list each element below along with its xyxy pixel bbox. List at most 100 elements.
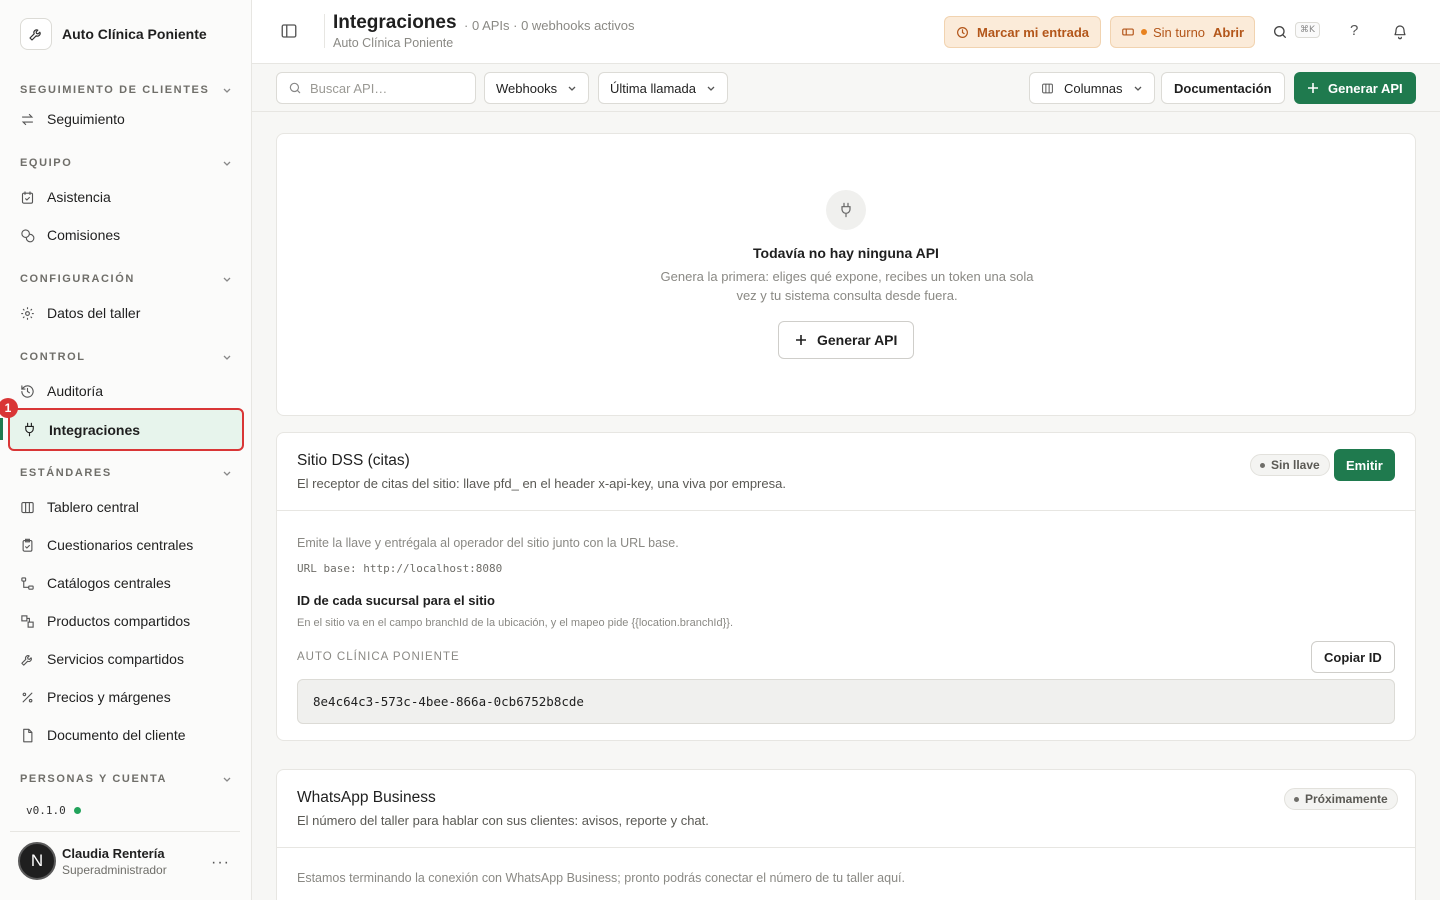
chevron-down-icon — [222, 774, 232, 784]
whatsapp-body: Estamos terminando la conexión con Whats… — [297, 871, 905, 885]
status-badge: Próximamente — [1284, 788, 1398, 810]
last-call-filter[interactable]: Última llamada — [598, 72, 728, 104]
sidebar-item-integraciones[interactable]: Integraciones — [8, 408, 244, 451]
shortcut-hint: ⌘K — [1295, 22, 1320, 38]
emit-button[interactable]: Emitir — [1334, 449, 1395, 481]
search-input[interactable] — [276, 72, 476, 104]
dss-intro: Emite la llave y entrégala al operador d… — [297, 536, 679, 550]
clock-in-label: Marcar mi entrada — [977, 24, 1089, 40]
card-description: El número del taller para hablar con sus… — [297, 813, 709, 828]
card-description: El receptor de citas del sitio: llave pf… — [297, 476, 786, 491]
plus-icon — [1308, 83, 1318, 93]
sidebar-item-label: Servicios compartidos — [47, 651, 184, 667]
more-options-icon[interactable]: ··· — [211, 854, 230, 872]
shift-open-label: Abrir — [1213, 24, 1245, 40]
page-meta: · 0 APIs · 0 webhooks activos — [464, 18, 635, 33]
generate-api-button[interactable]: Generar API — [778, 321, 915, 359]
section-seguimiento[interactable]: SEGUIMIENTO DE CLIENTES — [20, 84, 232, 96]
section-estandares[interactable]: ESTÁNDARES — [20, 467, 232, 479]
branch-id-note: En el sitio va en el campo branchId de l… — [297, 617, 734, 629]
sidebar-item-label: Asistencia — [47, 189, 111, 205]
search-field[interactable] — [310, 80, 460, 96]
section-label: PERSONAS Y CUENTA — [20, 773, 168, 785]
document-icon — [23, 728, 33, 742]
calendar-check-icon — [21, 190, 34, 204]
empty-title: Todavía no hay ninguna API — [753, 245, 939, 261]
wrench-icon — [21, 654, 32, 666]
section-label: EQUIPO — [20, 157, 73, 169]
status-dot — [1294, 796, 1299, 802]
sidebar-item-label: Datos del taller — [47, 305, 141, 321]
percent-icon — [22, 692, 33, 702]
branch-id-field[interactable]: 8e4c64c3-573c-4bee-866a-0cb6752b8cde — [297, 679, 1395, 724]
active-indicator — [0, 418, 3, 440]
sidebar-toggle-icon[interactable] — [280, 22, 298, 43]
sidebar-item-datos-taller[interactable]: Datos del taller — [8, 294, 244, 332]
section-configuracion[interactable]: CONFIGURACIÓN — [20, 273, 232, 285]
copy-id-button[interactable]: Copiar ID — [1311, 641, 1395, 673]
sidebar-item-servicios[interactable]: Servicios compartidos — [8, 640, 244, 678]
whatsapp-card: WhatsApp Business El número del taller p… — [276, 769, 1416, 900]
gear-icon — [21, 306, 34, 320]
brand[interactable]: Auto Clínica Poniente — [20, 18, 207, 50]
documentation-button[interactable]: Documentación — [1161, 72, 1285, 104]
divider — [10, 831, 240, 832]
section-equipo[interactable]: EQUIPO — [20, 157, 232, 169]
sidebar-item-label: Auditoría — [47, 383, 104, 399]
sidebar-item-precios[interactable]: Precios y márgenes — [8, 678, 244, 716]
sidebar-item-auditoria[interactable]: Auditoría — [8, 372, 244, 410]
sidebar-item-label: Tablero central — [47, 499, 139, 515]
sidebar-item-asistencia[interactable]: Asistencia — [8, 178, 244, 216]
chevron-down-icon — [707, 86, 715, 91]
filter-label: Última llamada — [610, 80, 696, 96]
sidebar-item-label: Productos compartidos — [47, 613, 191, 629]
toolbar: Webhooks Última llamada Columnas Documen… — [252, 64, 1440, 112]
sidebar-item-label: Precios y márgenes — [47, 689, 171, 705]
header: Integraciones Auto Clínica Poniente · 0 … — [252, 0, 1440, 64]
search-icon[interactable] — [1272, 24, 1288, 43]
dss-site-card: Sitio DSS (citas) El receptor de citas d… — [276, 432, 1416, 741]
columns-icon — [21, 501, 34, 513]
card-title: WhatsApp Business — [297, 789, 436, 806]
shift-button[interactable]: Sin turno Abrir — [1110, 16, 1256, 48]
columns-dropdown[interactable]: Columnas — [1029, 72, 1155, 104]
section-label: CONTROL — [20, 351, 86, 363]
generate-api-button[interactable]: Generar API — [1294, 72, 1416, 104]
arrows-swap-icon — [21, 113, 34, 125]
columns-icon — [1042, 83, 1053, 93]
section-personas[interactable]: PERSONAS Y CUENTA — [20, 773, 232, 785]
status-dot — [1141, 29, 1147, 35]
clock-in-button[interactable]: Marcar mi entrada — [944, 16, 1101, 48]
search-icon — [289, 82, 301, 94]
sidebar-item-comisiones[interactable]: Comisiones — [8, 216, 244, 254]
page-title: Integraciones — [333, 12, 457, 33]
base-url: URL base: http://localhost:8080 — [297, 562, 503, 575]
sidebar-item-tablero[interactable]: Tablero central — [8, 488, 244, 526]
plug-icon — [25, 422, 34, 437]
filter-label: Webhooks — [496, 80, 558, 96]
user-menu[interactable]: N Claudia Rentería Superadministrador ··… — [18, 842, 238, 880]
sidebar: Auto Clínica Poniente SEGUIMIENTO DE CLI… — [0, 0, 252, 900]
section-control[interactable]: CONTROL — [20, 351, 232, 363]
branch-id-title: ID de cada sucursal para el sitio — [297, 593, 495, 608]
help-icon[interactable]: ? — [1350, 22, 1358, 39]
version-label: v0.1.0 — [26, 804, 66, 817]
status-dot — [1260, 462, 1265, 468]
boxes-icon — [21, 614, 34, 628]
columns-label: Columnas — [1064, 80, 1123, 96]
divider — [277, 847, 1415, 848]
chevron-down-icon — [222, 158, 232, 168]
sidebar-item-productos[interactable]: Productos compartidos — [8, 602, 244, 640]
bell-icon[interactable] — [1392, 24, 1408, 43]
app-version: v0.1.0 — [26, 804, 81, 817]
sidebar-item-seguimiento[interactable]: Seguimiento — [8, 100, 244, 138]
status-badge: Sin llave — [1250, 454, 1330, 476]
sidebar-item-cuestionarios[interactable]: Cuestionarios centrales — [8, 526, 244, 564]
sidebar-item-documento[interactable]: Documento del cliente — [8, 716, 244, 754]
plus-icon — [796, 335, 806, 345]
webhooks-filter[interactable]: Webhooks — [484, 72, 590, 104]
empty-description: Genera la primera: eliges qué expone, re… — [660, 269, 1034, 303]
sidebar-item-catalogos[interactable]: Catálogos centrales — [8, 564, 244, 602]
section-label: ESTÁNDARES — [20, 467, 112, 479]
avatar: N — [18, 842, 56, 880]
